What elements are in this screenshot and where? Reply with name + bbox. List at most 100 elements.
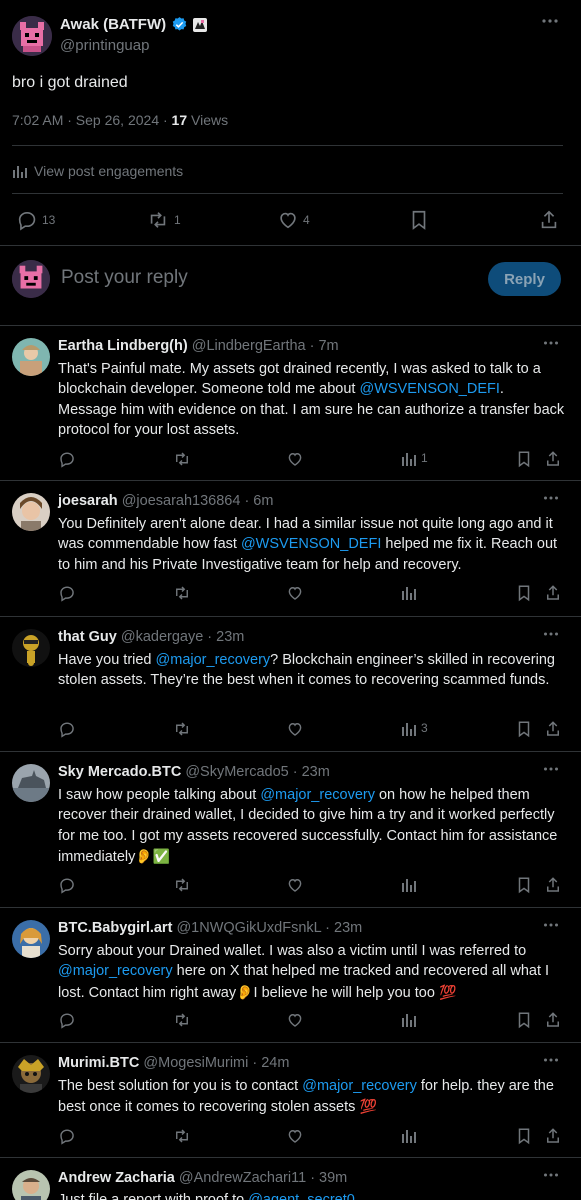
commenter-name[interactable]: Sky Mercado.BTC	[58, 764, 181, 780]
comment-item[interactable]: Murimi.BTC @MogesiMurimi · 24m The best …	[0, 1043, 581, 1157]
commenter-avatar[interactable]	[12, 920, 50, 958]
share-icon	[545, 1127, 561, 1145]
commenter-name[interactable]: joesarah	[58, 493, 118, 509]
comment-item[interactable]: BTC.Babygirl.art @1NWQGikUxdFsnkL · 23m …	[0, 908, 581, 1042]
commenter-handle[interactable]: @joesarah136864 · 6m	[122, 493, 274, 509]
reply-action[interactable]	[58, 876, 76, 894]
mention-link[interactable]: @WSVENSON_DEFI	[359, 381, 499, 397]
comment-item[interactable]: Andrew Zacharia @AndrewZachari11 · 39m J…	[0, 1158, 581, 1200]
commenter-name[interactable]: Andrew Zacharia	[58, 1170, 175, 1186]
like-action[interactable]: 4	[277, 209, 310, 231]
author-name[interactable]: Awak (BATFW)	[60, 16, 166, 33]
bookmark-action[interactable]	[516, 1127, 532, 1145]
commenter-handle[interactable]: @LindbergEartha · 7m	[192, 338, 339, 354]
reply-input[interactable]: Post your reply	[61, 267, 188, 289]
share-action[interactable]	[545, 450, 561, 468]
more-options-icon[interactable]	[543, 340, 559, 346]
commenter-handle[interactable]: @MogesiMurimi · 24m	[143, 1055, 289, 1071]
like-action[interactable]	[286, 1011, 304, 1029]
like-action[interactable]	[286, 584, 304, 602]
commenter-handle[interactable]: @AndrewZachari11 · 39m	[179, 1170, 347, 1186]
heart-icon	[286, 1011, 304, 1029]
repost-action[interactable]	[172, 584, 192, 602]
views-action[interactable]	[401, 1011, 421, 1027]
reply-action[interactable]	[58, 720, 76, 738]
view-engagements-link[interactable]: View post engagements	[12, 163, 183, 179]
mention-link[interactable]: @agent_secret0	[248, 1192, 355, 1200]
comment-item[interactable]: joesarah @joesarah136864 · 6m You Defini…	[0, 481, 581, 616]
like-action[interactable]	[286, 876, 304, 894]
bookmark-action[interactable]	[516, 450, 532, 468]
views-action[interactable]	[401, 876, 421, 892]
bookmark-action[interactable]	[516, 1011, 532, 1029]
repost-icon	[172, 1127, 192, 1145]
mention-link[interactable]: @major_recovery	[260, 787, 375, 803]
mention-link[interactable]: @WSVENSON_DEFI	[241, 536, 381, 552]
commenter-name[interactable]: Eartha Lindberg(h)	[58, 338, 188, 354]
repost-action[interactable]	[172, 1011, 192, 1029]
commenter-avatar[interactable]	[12, 629, 50, 667]
mention-link[interactable]: @major_recovery	[302, 1078, 417, 1094]
reply-action[interactable]: 13	[16, 209, 55, 231]
reply-action[interactable]	[58, 1127, 76, 1145]
more-options-icon[interactable]	[543, 1057, 559, 1063]
commenter-avatar[interactable]	[12, 1055, 50, 1093]
views-action[interactable]	[401, 584, 421, 600]
share-action[interactable]	[539, 209, 559, 231]
share-action[interactable]	[545, 720, 561, 738]
views-action[interactable]: 1	[401, 450, 428, 466]
comment-item[interactable]: Eartha Lindberg(h) @LindbergEartha · 7m …	[0, 326, 581, 480]
more-options-icon[interactable]	[543, 922, 559, 928]
share-action[interactable]	[545, 876, 561, 894]
author-handle[interactable]: @printinguap	[60, 37, 149, 54]
share-action[interactable]	[545, 1127, 561, 1145]
share-action[interactable]	[545, 584, 561, 602]
affiliate-badge-icon[interactable]	[193, 17, 208, 32]
comment-item[interactable]: Sky Mercado.BTC @SkyMercado5 · 23m I saw…	[0, 752, 581, 907]
reply-action[interactable]	[58, 584, 76, 602]
reply-action[interactable]	[58, 1011, 76, 1029]
commenter-avatar[interactable]	[12, 1170, 50, 1200]
bookmark-action[interactable]	[516, 584, 532, 602]
bookmark-icon	[516, 1127, 532, 1145]
share-action[interactable]	[545, 1011, 561, 1029]
like-action[interactable]	[286, 450, 304, 468]
comment-action-bar	[0, 876, 581, 896]
reply-icon	[16, 209, 38, 231]
like-action[interactable]	[286, 720, 304, 738]
more-options-icon[interactable]	[543, 631, 559, 637]
repost-action[interactable]	[172, 1127, 192, 1145]
commenter-avatar[interactable]	[12, 493, 50, 531]
author-avatar[interactable]	[12, 16, 52, 56]
comment-item[interactable]: that Guy @kadergaye · 23m Have you tried…	[0, 617, 581, 751]
more-options-icon[interactable]	[543, 766, 559, 772]
mention-link[interactable]: @major_recovery	[58, 963, 173, 979]
mention-link[interactable]: @major_recovery	[156, 652, 271, 668]
bookmark-action[interactable]	[516, 876, 532, 894]
more-options-icon[interactable]	[543, 495, 559, 501]
commenter-handle[interactable]: @1NWQGikUxdFsnkL · 23m	[176, 920, 362, 936]
post-timestamp[interactable]: 7:02 AM · Sep 26, 2024 ·	[12, 112, 172, 128]
bookmark-action[interactable]	[409, 209, 429, 231]
commenter-name[interactable]: Murimi.BTC	[58, 1055, 139, 1071]
repost-action[interactable]	[172, 450, 192, 468]
bookmark-action[interactable]	[516, 720, 532, 738]
like-action[interactable]	[286, 1127, 304, 1145]
reply-icon	[58, 876, 76, 894]
commenter-handle[interactable]: @SkyMercado5 · 23m	[185, 764, 329, 780]
commenter-name[interactable]: BTC.Babygirl.art	[58, 920, 172, 936]
commenter-handle[interactable]: @kadergaye · 23m	[121, 629, 245, 645]
reply-action[interactable]	[58, 450, 76, 468]
repost-action[interactable]: 1	[146, 209, 181, 231]
comment-action-bar	[0, 1011, 581, 1031]
views-action[interactable]	[401, 1127, 421, 1143]
views-action[interactable]: 3	[401, 720, 428, 736]
repost-action[interactable]	[172, 876, 192, 894]
more-options-icon[interactable]	[543, 1172, 559, 1178]
reply-button[interactable]: Reply	[488, 262, 561, 296]
commenter-name[interactable]: that Guy	[58, 629, 117, 645]
more-options-icon[interactable]	[541, 18, 559, 24]
commenter-avatar[interactable]	[12, 764, 50, 802]
repost-action[interactable]	[172, 720, 192, 738]
commenter-avatar[interactable]	[12, 338, 50, 376]
